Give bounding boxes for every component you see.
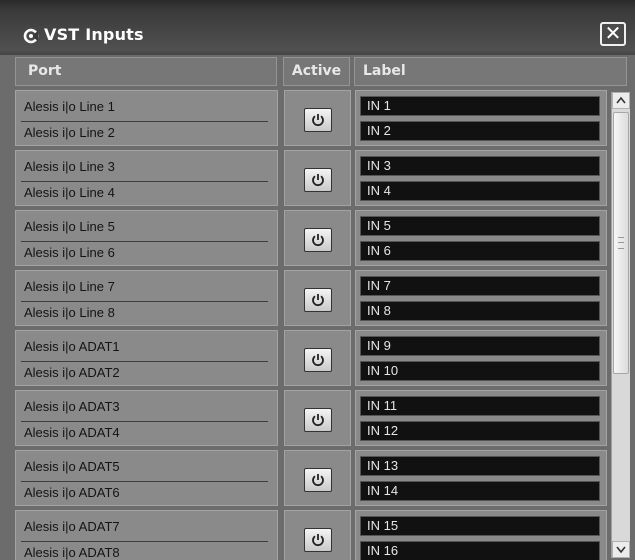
title-bar[interactable]: VST Inputs ✕ xyxy=(0,0,635,55)
scroll-down-arrow-icon xyxy=(616,546,626,554)
scroll-up-button[interactable] xyxy=(612,92,630,109)
port-name: Alesis i|o ADAT4 xyxy=(24,425,120,440)
port-name: Alesis i|o ADAT5 xyxy=(24,459,120,474)
label-field[interactable]: IN 8 xyxy=(360,301,600,321)
input-list: Alesis i|o Line 1 Alesis i|o Line 2 IN 1… xyxy=(10,90,610,560)
column-header-label[interactable]: Label xyxy=(354,57,627,86)
port-cell: Alesis i|o ADAT5 Alesis i|o ADAT6 xyxy=(15,450,278,506)
power-icon xyxy=(312,294,324,307)
label-field[interactable]: IN 5 xyxy=(360,216,600,236)
port-name: Alesis i|o Line 4 xyxy=(24,185,115,200)
label-field[interactable]: IN 15 xyxy=(360,516,600,536)
label-cell: IN 3 IN 4 xyxy=(355,150,607,206)
label-field[interactable]: IN 13 xyxy=(360,456,600,476)
column-header-active[interactable]: Active xyxy=(283,57,350,86)
port-cell: Alesis i|o Line 5 Alesis i|o Line 6 xyxy=(15,210,278,266)
power-icon xyxy=(312,114,324,127)
table-row: Alesis i|o Line 7 Alesis i|o Line 8 IN 7… xyxy=(10,270,610,326)
label-cell: IN 9 IN 10 xyxy=(355,330,607,386)
activate-button[interactable] xyxy=(304,288,332,312)
port-name: Alesis i|o ADAT3 xyxy=(24,399,120,414)
label-field[interactable]: IN 9 xyxy=(360,336,600,356)
label-field[interactable]: IN 14 xyxy=(360,481,600,501)
table-row: Alesis i|o ADAT5 Alesis i|o ADAT6 IN 13 … xyxy=(10,450,610,506)
power-icon xyxy=(312,414,324,427)
label-cell: IN 7 IN 8 xyxy=(355,270,607,326)
label-cell: IN 13 IN 14 xyxy=(355,450,607,506)
port-cell: Alesis i|o ADAT3 Alesis i|o ADAT4 xyxy=(15,390,278,446)
active-cell xyxy=(284,330,351,386)
power-icon xyxy=(312,234,324,247)
close-button[interactable]: ✕ xyxy=(600,22,626,46)
scroll-thumb[interactable] xyxy=(613,112,629,374)
power-icon xyxy=(312,174,324,187)
vertical-scrollbar[interactable] xyxy=(611,92,630,558)
power-icon xyxy=(312,474,324,487)
port-cell: Alesis i|o Line 7 Alesis i|o Line 8 xyxy=(15,270,278,326)
port-name: Alesis i|o Line 5 xyxy=(24,219,115,234)
table-row: Alesis i|o ADAT7 Alesis i|o ADAT8 IN 15 … xyxy=(10,510,610,560)
port-cell: Alesis i|o ADAT7 Alesis i|o ADAT8 xyxy=(15,510,278,560)
port-name: Alesis i|o ADAT1 xyxy=(24,339,120,354)
label-field[interactable]: IN 11 xyxy=(360,396,600,416)
port-name: Alesis i|o ADAT7 xyxy=(24,519,120,534)
label-cell: IN 11 IN 12 xyxy=(355,390,607,446)
active-cell xyxy=(284,390,351,446)
power-icon xyxy=(312,354,324,367)
table-row: Alesis i|o ADAT3 Alesis i|o ADAT4 IN 11 … xyxy=(10,390,610,446)
active-cell xyxy=(284,150,351,206)
label-field[interactable]: IN 2 xyxy=(360,121,600,141)
table-row: Alesis i|o Line 5 Alesis i|o Line 6 IN 5… xyxy=(10,210,610,266)
port-cell: Alesis i|o ADAT1 Alesis i|o ADAT2 xyxy=(15,330,278,386)
port-name: Alesis i|o ADAT8 xyxy=(24,545,120,560)
port-name: Alesis i|o ADAT6 xyxy=(24,485,120,500)
window-title: VST Inputs xyxy=(44,25,144,44)
label-cell: IN 1 IN 2 xyxy=(355,90,607,146)
label-cell: IN 5 IN 6 xyxy=(355,210,607,266)
close-icon: ✕ xyxy=(604,21,622,45)
activate-button[interactable] xyxy=(304,168,332,192)
scroll-up-arrow-icon xyxy=(616,96,626,104)
port-cell: Alesis i|o Line 1 Alesis i|o Line 2 xyxy=(15,90,278,146)
port-name: Alesis i|o Line 8 xyxy=(24,305,115,320)
active-cell xyxy=(284,90,351,146)
activate-button[interactable] xyxy=(304,528,332,552)
table-row: Alesis i|o ADAT1 Alesis i|o ADAT2 IN 9 I… xyxy=(10,330,610,386)
label-field[interactable]: IN 4 xyxy=(360,181,600,201)
column-header-port[interactable]: Port xyxy=(15,57,277,86)
active-cell xyxy=(284,450,351,506)
active-cell xyxy=(284,210,351,266)
active-cell xyxy=(284,270,351,326)
port-name: Alesis i|o Line 7 xyxy=(24,279,115,294)
activate-button[interactable] xyxy=(304,468,332,492)
label-field[interactable]: IN 3 xyxy=(360,156,600,176)
table-row: Alesis i|o Line 3 Alesis i|o Line 4 IN 3… xyxy=(10,150,610,206)
vst-inputs-window: VST Inputs ✕ Port Active Label Alesis i|… xyxy=(0,0,635,560)
power-cycle-icon xyxy=(23,28,39,44)
port-name: Alesis i|o Line 3 xyxy=(24,159,115,174)
label-field[interactable]: IN 16 xyxy=(360,541,600,560)
label-field[interactable]: IN 12 xyxy=(360,421,600,441)
label-field[interactable]: IN 7 xyxy=(360,276,600,296)
power-icon xyxy=(312,534,324,547)
port-cell: Alesis i|o Line 3 Alesis i|o Line 4 xyxy=(15,150,278,206)
scroll-down-button[interactable] xyxy=(612,541,630,558)
activate-button[interactable] xyxy=(304,108,332,132)
label-field[interactable]: IN 1 xyxy=(360,96,600,116)
port-name: Alesis i|o Line 6 xyxy=(24,245,115,260)
activate-button[interactable] xyxy=(304,228,332,252)
label-cell: IN 15 IN 16 xyxy=(355,510,607,560)
port-name: Alesis i|o ADAT2 xyxy=(24,365,120,380)
port-name: Alesis i|o Line 2 xyxy=(24,125,115,140)
grip-icon xyxy=(618,237,624,249)
activate-button[interactable] xyxy=(304,348,332,372)
table-row: Alesis i|o Line 1 Alesis i|o Line 2 IN 1… xyxy=(10,90,610,146)
activate-button[interactable] xyxy=(304,408,332,432)
label-field[interactable]: IN 6 xyxy=(360,241,600,261)
active-cell xyxy=(284,510,351,560)
label-field[interactable]: IN 10 xyxy=(360,361,600,381)
port-name: Alesis i|o Line 1 xyxy=(24,99,115,114)
